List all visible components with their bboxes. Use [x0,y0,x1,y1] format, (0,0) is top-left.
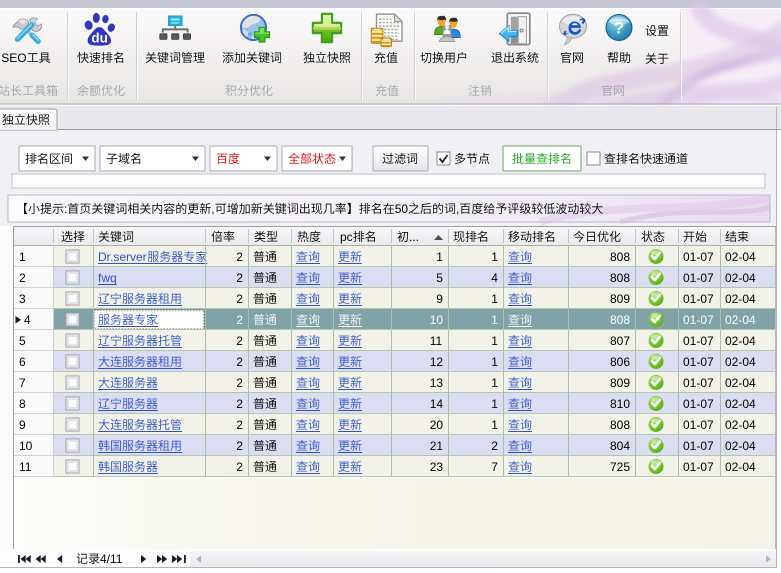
svg-text:3: 3 [19,292,26,306]
svg-text:6: 6 [19,355,26,369]
svg-text:02-04: 02-04 [725,313,756,327]
svg-text:809: 809 [610,376,630,390]
svg-text:01-07: 01-07 [683,313,714,327]
svg-text:4: 4 [24,313,31,327]
svg-text:02-04: 02-04 [725,355,756,369]
svg-text:02-04: 02-04 [725,460,756,474]
svg-text:01-07: 01-07 [683,355,714,369]
svg-text:807: 807 [610,334,630,348]
svg-text:1: 1 [19,250,26,264]
svg-text:pc: pc [340,230,353,244]
svg-text:02-04: 02-04 [725,439,756,453]
svg-text:5: 5 [19,334,26,348]
svg-text:21: 21 [430,439,444,453]
svg-text:9: 9 [436,292,443,306]
svg-text:8: 8 [19,397,26,411]
svg-text:02-04: 02-04 [725,376,756,390]
svg-text:1: 1 [491,292,498,306]
svg-text:1: 1 [491,397,498,411]
svg-text:2: 2 [236,250,243,264]
svg-text:...: ... [409,230,419,244]
svg-text:01-07: 01-07 [683,460,714,474]
svg-text:12: 12 [430,355,444,369]
svg-text:2: 2 [236,271,243,285]
svg-text:,: , [211,202,214,216]
svg-text:2: 2 [236,355,243,369]
svg-text::: : [64,202,67,216]
svg-text:2: 2 [236,439,243,453]
svg-text:13: 13 [430,376,444,390]
svg-text:14: 14 [430,397,444,411]
svg-text:,: , [456,202,459,216]
svg-text:01-07: 01-07 [683,250,714,264]
svg-text:du: du [91,31,108,46]
svg-text:10: 10 [19,439,33,453]
svg-text:11: 11 [19,460,32,474]
svg-text:23: 23 [430,460,444,474]
svg-text:fwq: fwq [98,271,117,285]
svg-text:02-04: 02-04 [725,250,756,264]
svg-text:806: 806 [610,355,630,369]
svg-text:Dr.server: Dr.server [98,250,147,264]
svg-text:?: ? [614,19,624,38]
svg-text:20: 20 [430,418,444,432]
svg-text:50: 50 [395,202,409,216]
svg-text:01-07: 01-07 [683,376,714,390]
svg-text:4: 4 [491,271,498,285]
svg-text:5: 5 [436,271,443,285]
svg-text:9: 9 [19,418,26,432]
svg-text:810: 810 [610,397,630,411]
svg-text:02-04: 02-04 [725,334,756,348]
svg-text:SEO: SEO [1,51,26,65]
svg-text:4/11: 4/11 [100,552,123,566]
svg-text:2: 2 [236,313,243,327]
svg-text:1: 1 [491,250,498,264]
svg-text:1: 1 [491,334,498,348]
svg-text:02-04: 02-04 [725,271,756,285]
svg-text:804: 804 [610,439,630,453]
svg-text:1: 1 [491,418,498,432]
svg-text:1: 1 [491,355,498,369]
svg-text:2: 2 [236,397,243,411]
svg-text:02-04: 02-04 [725,292,756,306]
svg-text:01-07: 01-07 [683,397,714,411]
svg-text:2: 2 [236,460,243,474]
svg-text:10: 10 [430,313,444,327]
svg-text:02-04: 02-04 [725,397,756,411]
svg-text:808: 808 [610,313,630,327]
svg-text:2: 2 [19,271,26,285]
svg-text:2: 2 [236,292,243,306]
svg-text:02-04: 02-04 [725,418,756,432]
svg-text:7: 7 [491,460,498,474]
svg-text:809: 809 [610,292,630,306]
svg-text:7: 7 [19,376,26,390]
svg-text:1: 1 [491,376,498,390]
svg-text:01-07: 01-07 [683,418,714,432]
svg-text:808: 808 [610,250,630,264]
svg-text:2: 2 [236,334,243,348]
svg-text:11: 11 [430,334,443,348]
svg-text:01-07: 01-07 [683,334,714,348]
svg-text:725: 725 [610,460,630,474]
svg-text:2: 2 [236,418,243,432]
svg-text:1: 1 [491,313,498,327]
svg-text:2: 2 [236,376,243,390]
svg-text:808: 808 [610,271,630,285]
svg-text:808: 808 [610,418,630,432]
svg-text:01-07: 01-07 [683,292,714,306]
svg-text:01-07: 01-07 [683,439,714,453]
svg-text:2: 2 [491,439,498,453]
svg-text:1: 1 [436,250,443,264]
svg-text:01-07: 01-07 [683,271,714,285]
